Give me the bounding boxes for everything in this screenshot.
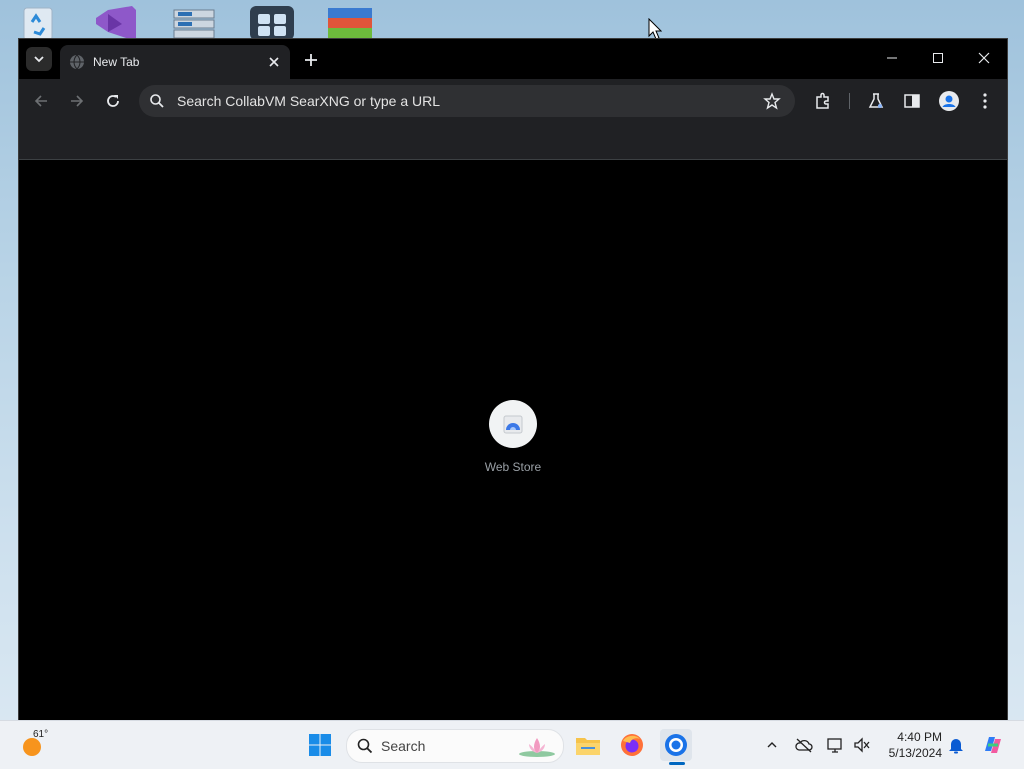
chevron-down-icon: [34, 56, 44, 63]
recycle-bin-icon[interactable]: [18, 4, 66, 41]
address-bar-placeholder: Search CollabVM SearXNG or type a URL: [177, 93, 440, 109]
weather-widget[interactable]: 61°: [20, 729, 60, 761]
monitor-icon: [827, 738, 842, 753]
web-store-icon: [503, 415, 523, 434]
file-explorer-button[interactable]: [572, 729, 604, 761]
browser-toolbar: Search CollabVM SearXNG or type a URL: [19, 79, 1007, 123]
search-icon: [357, 738, 373, 754]
maximize-icon: [933, 53, 943, 63]
weather-temp: 61°: [33, 729, 49, 740]
browser-window: New Tab Search CollabVM SearXNG or type …: [19, 39, 1007, 720]
cloud-offline-icon: [795, 738, 813, 753]
back-button[interactable]: [28, 88, 54, 114]
speaker-muted-icon: [854, 737, 870, 753]
folder-icon: [576, 738, 600, 755]
tab-close-button[interactable]: [266, 54, 282, 70]
firefox-button[interactable]: [616, 729, 648, 761]
maximize-button[interactable]: [915, 45, 961, 71]
extensions-button[interactable]: [810, 88, 836, 114]
mouse-cursor-icon: [648, 18, 662, 40]
shortcut-web-store[interactable]: Web Store: [473, 400, 553, 474]
side-panel-icon: [904, 94, 920, 108]
bell-icon: [949, 739, 963, 754]
start-button[interactable]: [304, 729, 336, 761]
search-icon: [150, 94, 164, 108]
toolbar-separator: [849, 93, 850, 109]
flask-icon: [868, 93, 884, 108]
minimize-icon: [887, 57, 897, 59]
address-bar[interactable]: Search CollabVM SearXNG or type a URL: [139, 85, 795, 117]
side-panel-button[interactable]: [899, 88, 925, 114]
chrome-button[interactable]: [660, 729, 692, 761]
taskbar-search[interactable]: Search: [346, 729, 564, 763]
new-tab-button[interactable]: [300, 49, 322, 71]
clock-time: 4:40 PM: [897, 730, 942, 744]
display-button[interactable]: [826, 735, 846, 755]
firefox-icon: [621, 734, 643, 756]
reload-button[interactable]: [100, 88, 126, 114]
shortcut-tile[interactable]: [489, 400, 537, 448]
puzzle-icon: [816, 92, 829, 109]
windows-icon: [309, 734, 331, 756]
volume-button[interactable]: [852, 735, 872, 755]
arrow-right-icon: [71, 95, 84, 107]
server-manager-icon[interactable]: [170, 4, 218, 40]
globe-icon: [70, 54, 84, 70]
forward-button[interactable]: [64, 88, 90, 114]
tab-strip: New Tab: [19, 39, 1007, 79]
tab-search-button[interactable]: [26, 47, 52, 71]
visual-studio-icon[interactable]: [92, 4, 140, 40]
winrar-icon[interactable]: [326, 4, 374, 40]
desktop-left-edge: [0, 40, 20, 720]
taskbar: 61° Search 4:40 PM 5/13/2024: [0, 720, 1024, 769]
control-panel-icon[interactable]: [248, 4, 296, 40]
copilot-icon: [985, 737, 1001, 753]
close-icon: [978, 52, 990, 64]
kebab-menu-icon: [983, 93, 987, 109]
reload-icon: [107, 95, 119, 107]
minimize-button[interactable]: [869, 45, 915, 71]
tab-title: New Tab: [93, 55, 140, 69]
tab-new-tab[interactable]: New Tab: [60, 45, 290, 79]
labs-button[interactable]: [863, 88, 889, 114]
chevron-up-icon: [767, 742, 777, 748]
copilot-button[interactable]: [980, 732, 1006, 758]
chrome-icon: [665, 734, 687, 756]
lotus-icon: [519, 738, 555, 757]
system-clock[interactable]: 4:40 PM 5/13/2024: [880, 729, 942, 761]
clock-date: 5/13/2024: [888, 746, 942, 760]
active-app-indicator: [669, 762, 685, 765]
show-hidden-icons-button[interactable]: [762, 735, 782, 755]
plus-icon: [305, 54, 317, 66]
close-icon: [269, 57, 279, 67]
taskbar-search-label: Search: [381, 738, 426, 754]
star-icon[interactable]: [763, 92, 781, 110]
arrow-left-icon: [34, 95, 47, 107]
notifications-button[interactable]: [946, 735, 966, 755]
close-window-button[interactable]: [961, 45, 1007, 71]
new-tab-page: Web Store: [19, 160, 1007, 720]
menu-button[interactable]: [972, 88, 998, 114]
onedrive-button[interactable]: [794, 735, 814, 755]
shortcut-label: Web Store: [484, 460, 542, 474]
bookmarks-bar: [19, 123, 1007, 160]
avatar-icon: [939, 91, 959, 111]
profile-button[interactable]: [936, 88, 962, 114]
